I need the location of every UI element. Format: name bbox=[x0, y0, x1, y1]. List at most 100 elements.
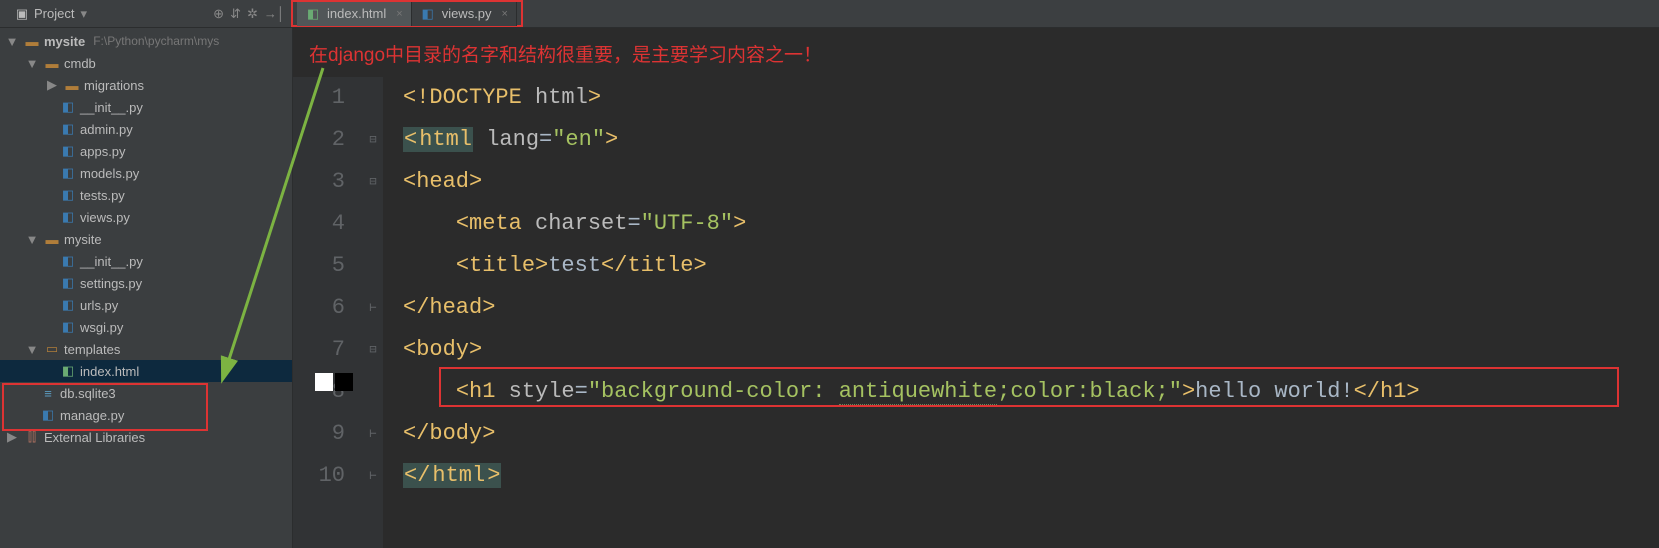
tree-label: views.py bbox=[80, 210, 130, 225]
tree-label: settings.py bbox=[80, 276, 142, 291]
fold-end: ⊢ bbox=[363, 287, 383, 329]
tree-path: F:\Python\pycharm\mys bbox=[93, 34, 219, 48]
python-file-icon: ◧ bbox=[60, 187, 76, 203]
library-icon: ⫿⫿ bbox=[24, 429, 40, 445]
python-file-icon: ◧ bbox=[60, 121, 76, 137]
fold-end: ⊢ bbox=[363, 455, 383, 497]
tree-file[interactable]: ◧ wsgi.py bbox=[0, 316, 292, 338]
code-line[interactable]: <body> bbox=[383, 329, 1659, 371]
code-line[interactable]: <meta charset="UTF-8"> bbox=[383, 203, 1659, 245]
project-pane-header: ▣ Project ▾ ⊕ ⇵ ✲ →│ bbox=[0, 0, 293, 27]
tree-file[interactable]: ◧ urls.py bbox=[0, 294, 292, 316]
tree-label: migrations bbox=[84, 78, 144, 93]
code-line[interactable]: </html> bbox=[383, 455, 1659, 497]
project-icon: ▣ bbox=[14, 6, 30, 22]
line-number[interactable]: 7 bbox=[293, 329, 363, 371]
tree-folder-migrations[interactable]: ▶ ▬ migrations bbox=[0, 74, 292, 96]
html-file-icon: ◧ bbox=[305, 6, 321, 22]
tree-file[interactable]: ◧tests.py bbox=[0, 184, 292, 206]
tree-label: mysite bbox=[64, 232, 102, 247]
tree-label: apps.py bbox=[80, 144, 126, 159]
line-number[interactable]: 9 bbox=[293, 413, 363, 455]
tree-label: __init__.py bbox=[80, 254, 143, 269]
tree-label: templates bbox=[64, 342, 120, 357]
change-markers bbox=[315, 373, 353, 391]
chevron-down-icon[interactable]: ▼ bbox=[24, 342, 40, 357]
close-icon[interactable]: × bbox=[396, 8, 402, 20]
python-file-icon: ◧ bbox=[60, 319, 76, 335]
code-line[interactable]: </body> bbox=[383, 413, 1659, 455]
fold-end: ⊢ bbox=[363, 413, 383, 455]
tree-label: mysite bbox=[44, 34, 85, 49]
fold-toggle[interactable]: ⊟ bbox=[363, 161, 383, 203]
tree-file-index-html[interactable]: ◧index.html bbox=[0, 360, 292, 382]
chevron-down-icon[interactable]: ▼ bbox=[24, 56, 40, 71]
tree-label: admin.py bbox=[80, 122, 133, 137]
code-line[interactable]: <!DOCTYPE html> bbox=[383, 77, 1659, 119]
project-label: Project bbox=[34, 6, 74, 21]
chevron-right-icon[interactable]: ▶ bbox=[44, 77, 60, 93]
python-file-icon: ◧ bbox=[60, 99, 76, 115]
fold-gutter: ⊟⊟⊢⊟⊢⊢ bbox=[363, 77, 383, 548]
fold-toggle[interactable]: ⊟ bbox=[363, 329, 383, 371]
python-file-icon: ◧ bbox=[60, 297, 76, 313]
tree-file[interactable]: ◧ admin.py bbox=[0, 118, 292, 140]
tree-external-libraries[interactable]: ▶ ⫿⫿ External Libraries bbox=[0, 426, 292, 448]
tree-root[interactable]: ▼ ▬ mysite F:\Python\pycharm\mys bbox=[0, 30, 292, 52]
chevron-down-icon[interactable]: ▼ bbox=[24, 232, 40, 247]
tree-label: models.py bbox=[80, 166, 139, 181]
gear-icon[interactable]: ✲ bbox=[247, 6, 258, 22]
code-line[interactable]: <html lang="en"> bbox=[383, 119, 1659, 161]
tab-views-py[interactable]: ◧ views.py × bbox=[412, 2, 517, 26]
editor-tabs-highlighted: ◧ index.html × ◧ views.py × bbox=[291, 0, 523, 27]
code-line[interactable]: <title>test</title> bbox=[383, 245, 1659, 287]
tree-folder-cmdb[interactable]: ▼ ▬ cmdb bbox=[0, 52, 292, 74]
tree-label: wsgi.py bbox=[80, 320, 123, 335]
code-area: 1 2 3 4 5 6 7 8 9 10 ⊟⊟⊢⊟⊢⊢ <!DOCTYPE ht… bbox=[293, 77, 1659, 548]
close-icon[interactable]: × bbox=[502, 8, 508, 20]
tree-file[interactable]: ◧ __init__.py bbox=[0, 250, 292, 272]
python-file-icon: ◧ bbox=[60, 253, 76, 269]
python-file-icon: ◧ bbox=[60, 209, 76, 225]
tree-label: __init__.py bbox=[80, 100, 143, 115]
tab-label: index.html bbox=[327, 6, 386, 21]
chevron-down-icon[interactable]: ▼ bbox=[4, 34, 20, 49]
code-editor[interactable]: 在django中目录的名字和结构很重要，是主要学习内容之一！ 1 2 3 4 5… bbox=[293, 28, 1659, 548]
code-line[interactable]: <head> bbox=[383, 161, 1659, 203]
collapse-icon[interactable]: ⇵ bbox=[230, 6, 241, 22]
hide-icon[interactable]: →│ bbox=[264, 6, 285, 21]
tree-file[interactable]: ◧ views.py bbox=[0, 206, 292, 228]
folder-icon: ▬ bbox=[24, 34, 40, 49]
python-file-icon: ◧ bbox=[60, 165, 76, 181]
tab-index-html[interactable]: ◧ index.html × bbox=[297, 2, 412, 26]
tree-file[interactable]: ◧apps.py bbox=[0, 140, 292, 162]
python-file-icon: ◧ bbox=[420, 6, 436, 22]
line-number[interactable]: 6 bbox=[293, 287, 363, 329]
tree-file[interactable]: ◧ models.py bbox=[0, 162, 292, 184]
line-number[interactable]: 10 bbox=[293, 455, 363, 497]
project-tree[interactable]: ▼ ▬ mysite F:\Python\pycharm\mys ▼ ▬ cmd… bbox=[0, 28, 293, 548]
locate-icon[interactable]: ⊕ bbox=[213, 6, 224, 22]
project-dropdown[interactable]: ▣ Project ▾ bbox=[8, 4, 93, 24]
line-number[interactable]: 1 bbox=[293, 77, 363, 119]
line-number[interactable]: 4 bbox=[293, 203, 363, 245]
code-line[interactable]: </head> bbox=[383, 287, 1659, 329]
chevron-right-icon[interactable]: ▶ bbox=[4, 429, 20, 445]
folder-icon: ▭ bbox=[44, 341, 60, 357]
line-number[interactable]: 5 bbox=[293, 245, 363, 287]
project-header-actions: ⊕ ⇵ ✲ →│ bbox=[213, 6, 285, 22]
tree-label: db.sqlite3 bbox=[60, 386, 116, 401]
code-lines[interactable]: <!DOCTYPE html> <html lang="en"> <head> … bbox=[383, 77, 1659, 548]
fold-toggle[interactable]: ⊟ bbox=[363, 119, 383, 161]
code-line[interactable]: <h1 style="background-color: antiquewhit… bbox=[383, 371, 1659, 413]
tree-file-db[interactable]: ≡db.sqlite3 bbox=[0, 382, 292, 404]
tree-file[interactable]: ◧ __init__.py bbox=[0, 96, 292, 118]
tree-label: urls.py bbox=[80, 298, 118, 313]
annotation-text: 在django中目录的名字和结构很重要，是主要学习内容之一！ bbox=[293, 28, 1659, 77]
line-number[interactable]: 3 bbox=[293, 161, 363, 203]
line-number[interactable]: 2 bbox=[293, 119, 363, 161]
tree-folder-templates[interactable]: ▼ ▭ templates bbox=[0, 338, 292, 360]
tree-file[interactable]: ◧settings.py bbox=[0, 272, 292, 294]
tree-folder-mysite[interactable]: ▼ ▬ mysite bbox=[0, 228, 292, 250]
tree-file-manage[interactable]: ◧manage.py bbox=[0, 404, 292, 426]
